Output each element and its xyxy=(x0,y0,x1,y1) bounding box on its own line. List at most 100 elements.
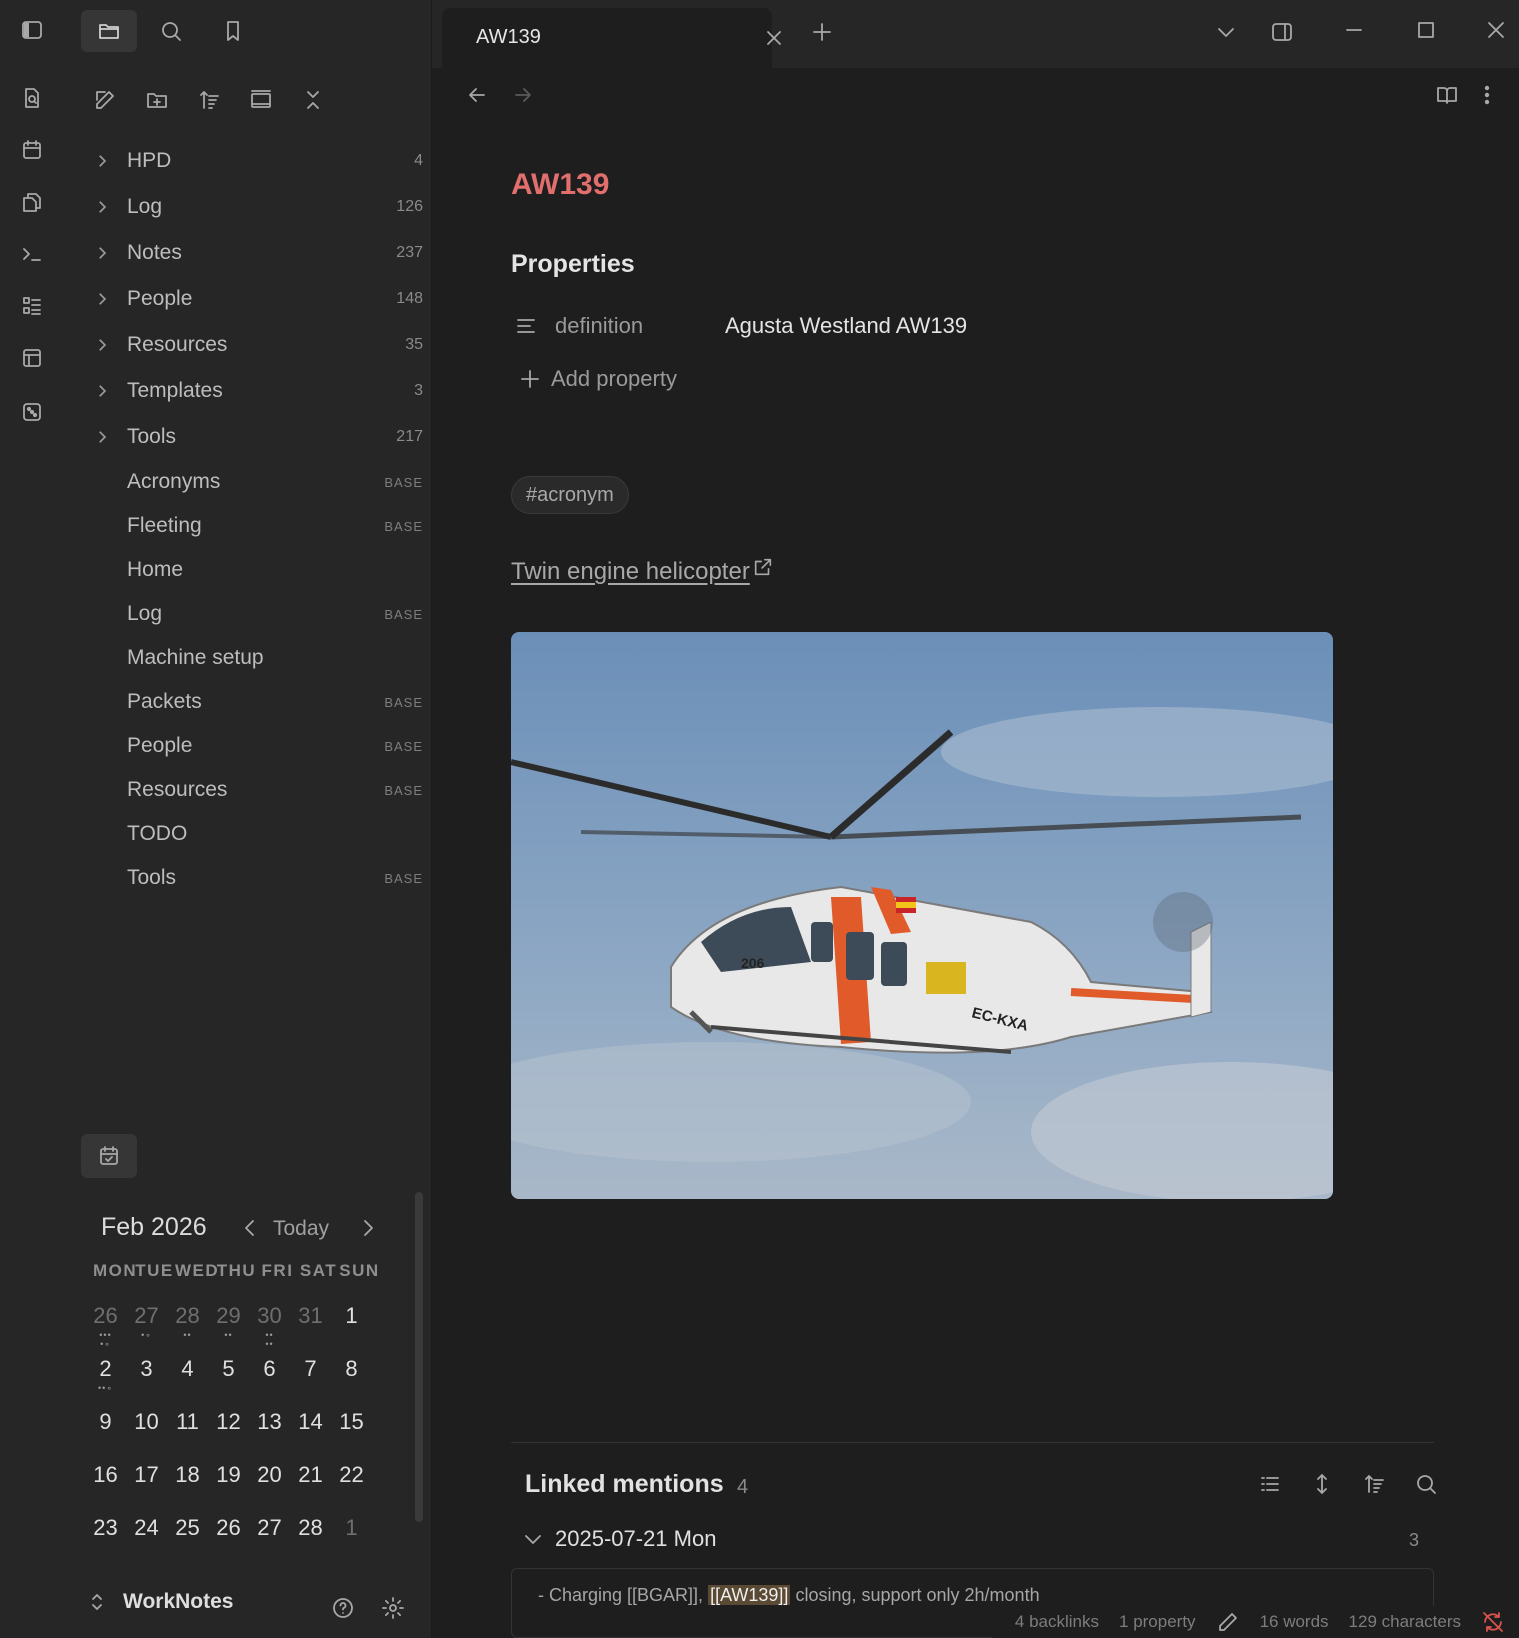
calendar-day[interactable]: 3 xyxy=(126,1346,167,1399)
sync-error-icon[interactable] xyxy=(1481,1610,1505,1634)
add-property-button[interactable]: Add property xyxy=(517,366,677,392)
tree-file[interactable]: Fleeting BASE xyxy=(93,504,423,548)
calendar-day[interactable]: 14 xyxy=(290,1399,331,1452)
templates-icon[interactable] xyxy=(12,182,52,222)
calendar-day[interactable]: 28 •• xyxy=(167,1293,208,1346)
tag-acronym[interactable]: #acronym xyxy=(511,476,629,514)
more-options-icon[interactable] xyxy=(1472,76,1502,114)
tree-folder[interactable]: People 148 xyxy=(93,276,423,322)
tree-file[interactable]: Resources BASE xyxy=(93,768,423,812)
text-lines-icon[interactable] xyxy=(511,311,541,341)
calendar-view-button[interactable] xyxy=(81,1134,137,1178)
sidebar-scrollbar[interactable] xyxy=(415,1192,423,1522)
calendar-day[interactable]: 22 xyxy=(331,1452,372,1505)
status-properties[interactable]: 1 property xyxy=(1119,1612,1196,1632)
calendar-day[interactable]: 17 xyxy=(126,1452,167,1505)
helicopter-image[interactable]: 206 EC-KXA xyxy=(511,632,1333,1199)
maximize-icon[interactable] xyxy=(1404,10,1448,50)
calendar-day[interactable]: 24 xyxy=(126,1505,167,1558)
folder-icon[interactable] xyxy=(81,10,137,52)
arrow-left-icon[interactable] xyxy=(460,78,494,112)
tree-file[interactable]: Log BASE xyxy=(93,592,423,636)
right-sidebar-toggle-icon[interactable] xyxy=(1262,12,1302,52)
property-key[interactable]: definition xyxy=(555,313,725,339)
gear-icon[interactable] xyxy=(375,1590,411,1626)
tree-folder[interactable]: Tools 217 xyxy=(93,414,423,460)
tree-folder[interactable]: Templates 3 xyxy=(93,368,423,414)
calendar-day[interactable]: 9 xyxy=(85,1399,126,1452)
expand-vertical-icon[interactable] xyxy=(1304,1466,1340,1502)
list-icon[interactable] xyxy=(1252,1466,1288,1502)
chevron-left-icon[interactable] xyxy=(235,1213,265,1243)
outline-icon[interactable] xyxy=(12,286,52,326)
sidebar-toggle-icon[interactable] xyxy=(12,10,52,50)
canvas-icon[interactable] xyxy=(12,338,52,378)
mention-group-header[interactable]: 2025-07-21 Mon xyxy=(521,1526,716,1552)
calendar-day[interactable]: 15 xyxy=(331,1399,372,1452)
calendar-day[interactable]: 27 •∘ xyxy=(126,1293,167,1346)
tree-file[interactable]: Tools BASE xyxy=(93,856,423,900)
linked-mentions-title[interactable]: Linked mentions xyxy=(525,1470,724,1499)
calendar-today-button[interactable]: Today xyxy=(273,1217,329,1241)
search-icon[interactable] xyxy=(143,10,199,52)
reading-view-icon[interactable] xyxy=(1428,76,1466,114)
calendar-day[interactable]: 18 xyxy=(167,1452,208,1505)
calendar-day[interactable]: 26 ••• •∘ xyxy=(85,1293,126,1349)
random-note-icon[interactable] xyxy=(12,78,52,118)
tree-file[interactable]: People BASE xyxy=(93,724,423,768)
tree-folder[interactable]: HPD 4 xyxy=(93,138,423,184)
bookmark-icon[interactable] xyxy=(205,10,261,52)
calendar-day[interactable]: 19 xyxy=(208,1452,249,1505)
tree-file[interactable]: TODO xyxy=(93,812,423,856)
sort-icon[interactable] xyxy=(1356,1466,1392,1502)
properties-heading[interactable]: Properties xyxy=(511,250,635,279)
calendar-day[interactable]: 6 xyxy=(249,1346,290,1399)
calendar-day[interactable]: 1 xyxy=(331,1505,372,1558)
arrow-right-icon[interactable] xyxy=(506,78,540,112)
search-icon[interactable] xyxy=(1408,1466,1444,1502)
property-value[interactable]: Agusta Westland AW139 xyxy=(725,313,967,339)
calendar-day[interactable]: 5 xyxy=(208,1346,249,1399)
tree-folder[interactable]: Resources 35 xyxy=(93,322,423,368)
calendar-day[interactable]: 8 xyxy=(331,1346,372,1399)
chevron-right-icon[interactable] xyxy=(353,1213,383,1243)
help-icon[interactable] xyxy=(325,1590,361,1626)
command-palette-icon[interactable] xyxy=(12,234,52,274)
calendar-day[interactable]: 2 ••∘ xyxy=(85,1346,126,1399)
status-backlinks[interactable]: 4 backlinks xyxy=(1015,1612,1099,1632)
pencil-icon[interactable] xyxy=(1216,1610,1240,1634)
tree-file[interactable]: Packets BASE xyxy=(93,680,423,724)
daily-note-icon[interactable] xyxy=(12,130,52,170)
calendar-day[interactable]: 25 xyxy=(167,1505,208,1558)
external-link[interactable]: Twin engine helicopter xyxy=(511,558,774,586)
note-title[interactable]: AW139 xyxy=(511,168,609,202)
minimize-icon[interactable] xyxy=(1332,10,1376,50)
window-close-icon[interactable] xyxy=(1474,10,1518,50)
tree-folder[interactable]: Notes 237 xyxy=(93,230,423,276)
vault-switcher[interactable]: WorkNotes xyxy=(83,1588,233,1616)
calendar-day[interactable]: 20 xyxy=(249,1452,290,1505)
auto-reveal-icon[interactable] xyxy=(239,78,283,122)
calendar-day[interactable]: 23 xyxy=(85,1505,126,1558)
tree-file[interactable]: Acronyms BASE xyxy=(93,460,423,504)
calendar-day[interactable]: 16 xyxy=(85,1452,126,1505)
tree-file[interactable]: Home xyxy=(93,548,423,592)
new-folder-icon[interactable] xyxy=(135,78,179,122)
calendar-day[interactable]: 29 •• xyxy=(208,1293,249,1346)
calendar-day[interactable]: 26 xyxy=(208,1505,249,1558)
calendar-day[interactable]: 28 xyxy=(290,1505,331,1558)
plus-icon[interactable] xyxy=(804,14,840,50)
close-icon[interactable] xyxy=(758,22,790,54)
tree-folder[interactable]: Log 126 xyxy=(93,184,423,230)
calendar-day[interactable]: 1 xyxy=(331,1293,372,1346)
tree-file[interactable]: Machine setup xyxy=(93,636,423,680)
chevron-down-icon[interactable] xyxy=(1208,14,1244,50)
calendar-day[interactable]: 13 xyxy=(249,1399,290,1452)
calendar-day[interactable]: 10 xyxy=(126,1399,167,1452)
calendar-day[interactable]: 21 xyxy=(290,1452,331,1505)
collapse-all-icon[interactable] xyxy=(291,78,335,122)
calendar-day[interactable]: 7 xyxy=(290,1346,331,1399)
calendar-day[interactable]: 27 xyxy=(249,1505,290,1558)
calendar-day[interactable]: 4 xyxy=(167,1346,208,1399)
dice-icon[interactable] xyxy=(12,392,52,432)
